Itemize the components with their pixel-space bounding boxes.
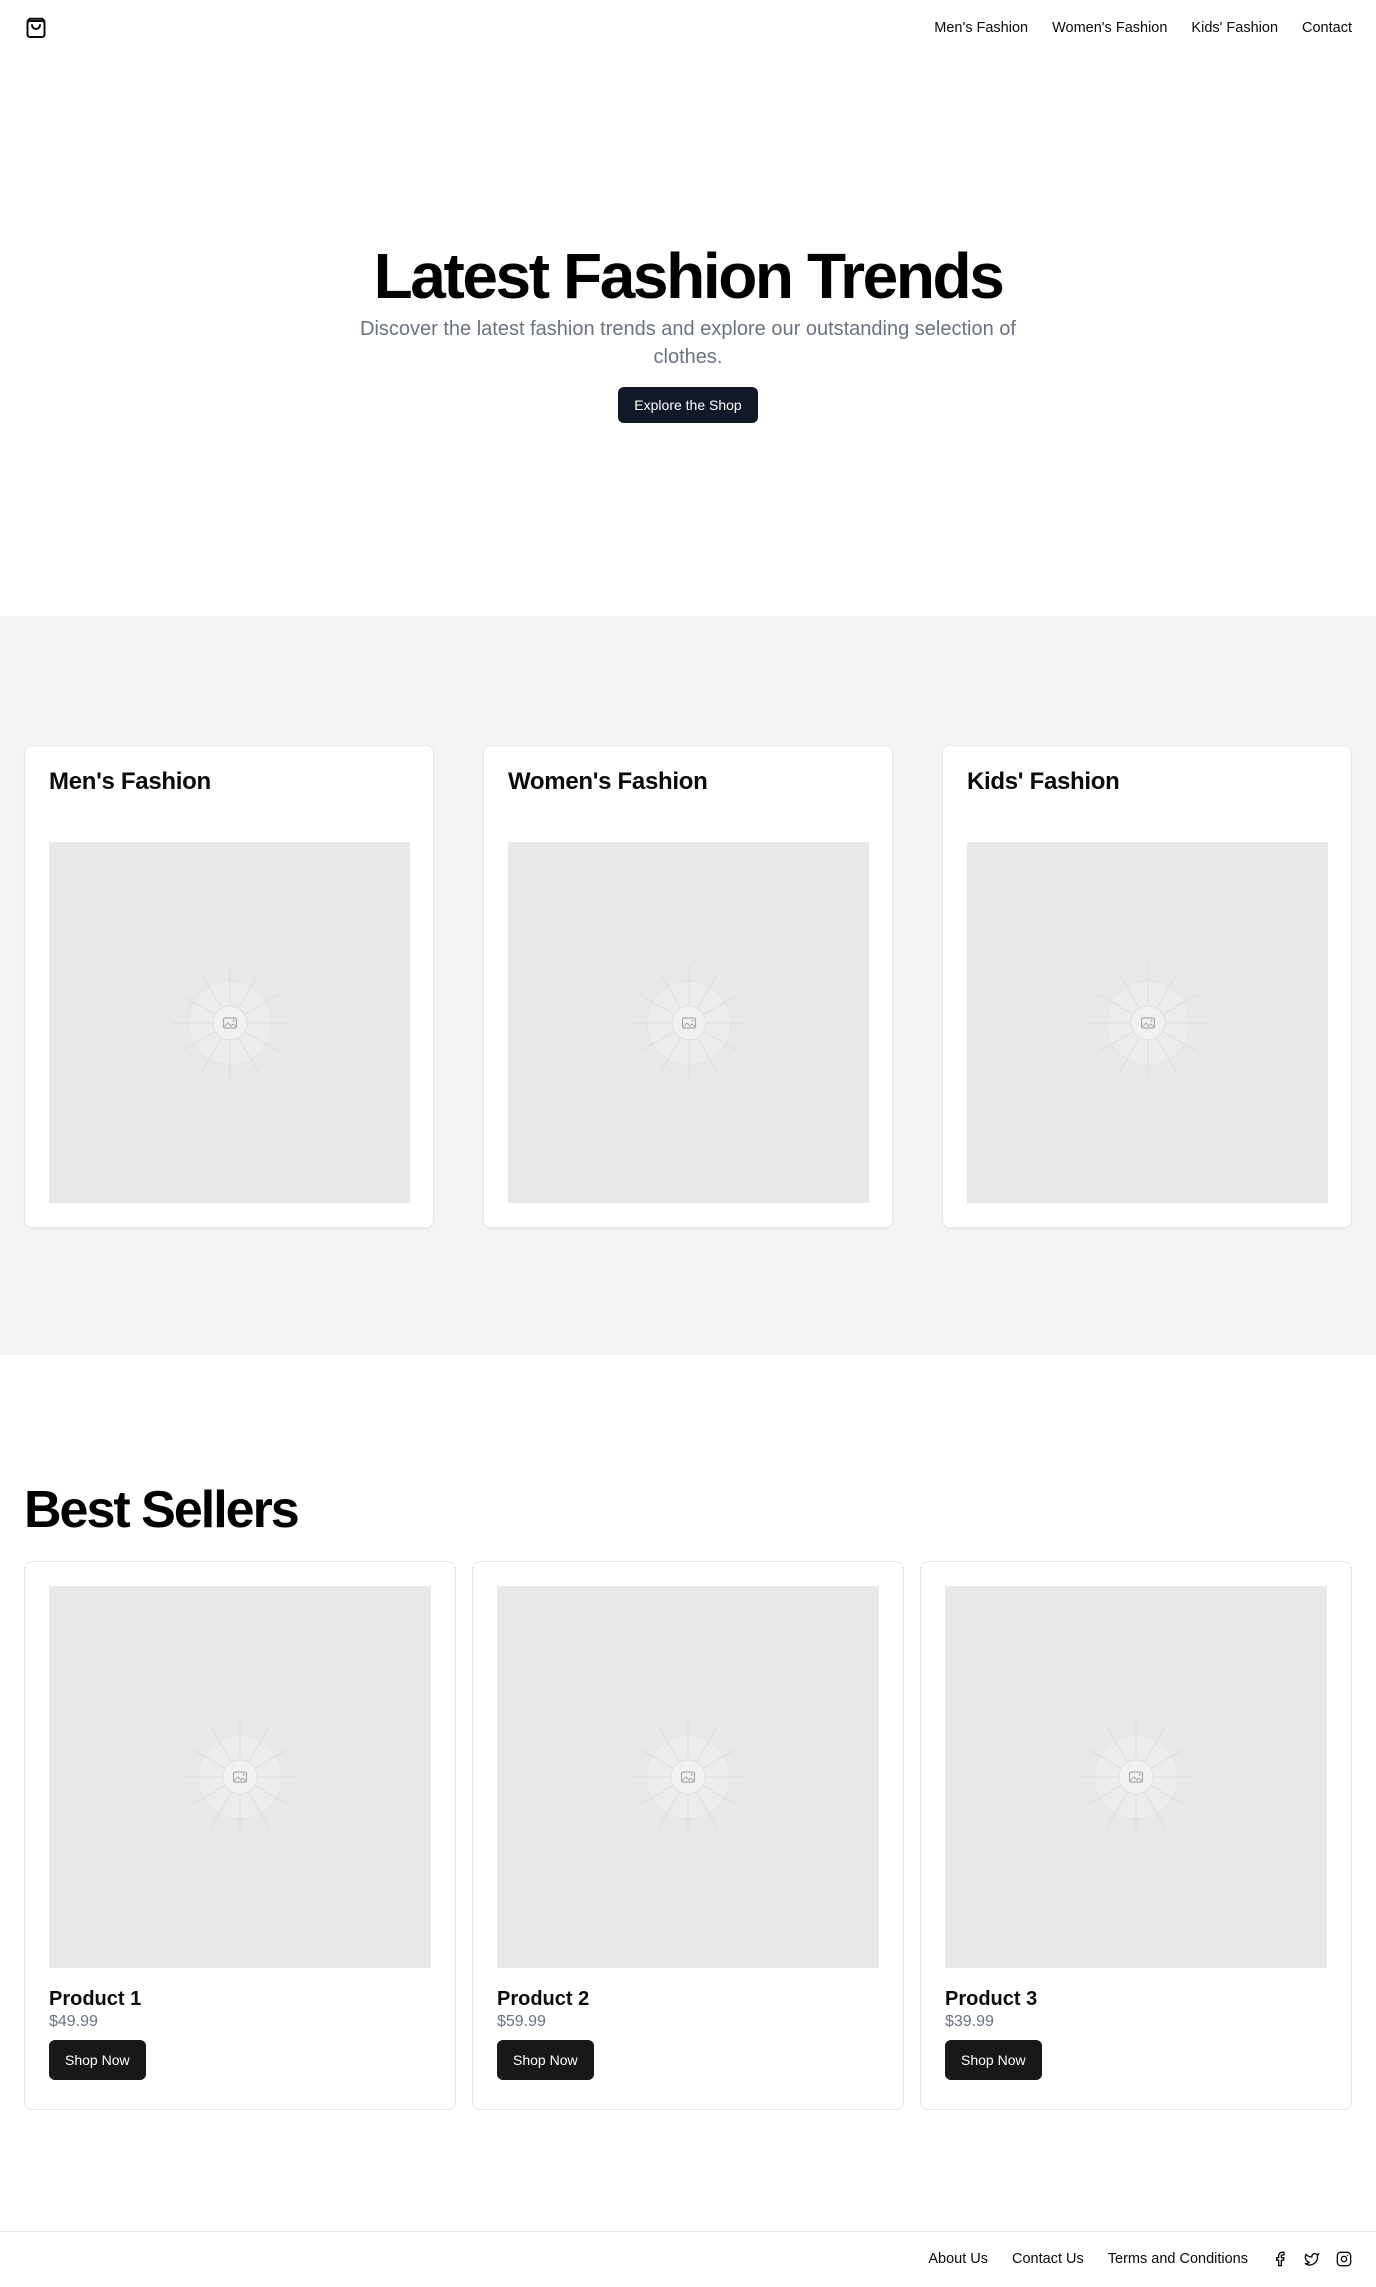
product-price: $59.99	[497, 2013, 546, 2030]
image-placeholder-icon	[945, 1586, 1327, 1968]
image-placeholder-icon	[49, 842, 410, 1203]
footer-link-contact-us[interactable]: Contact Us	[1012, 2251, 1084, 2267]
hero-subtitle: Discover the latest fashion trends and e…	[360, 318, 1016, 369]
category-title: Women's Fashion	[508, 768, 708, 795]
site-header: Men's Fashion Women's Fashion Kids' Fash…	[0, 0, 1376, 56]
product-card: Product 3 $39.99 Shop Now	[920, 1561, 1352, 2110]
nav-link-kids-fashion[interactable]: Kids' Fashion	[1191, 20, 1278, 36]
facebook-icon[interactable]	[1272, 2251, 1288, 2267]
category-card-womens[interactable]: Women's Fashion	[483, 745, 893, 1228]
product-price: $39.99	[945, 2013, 994, 2030]
shop-now-button[interactable]: Shop Now	[945, 2040, 1042, 2080]
product-card: Product 1 $49.99 Shop Now	[24, 1561, 456, 2110]
best-sellers-title: Best Sellers	[24, 1481, 300, 1539]
product-card: Product 2 $59.99 Shop Now	[472, 1561, 904, 2110]
image-placeholder-icon	[967, 842, 1328, 1203]
image-placeholder-icon	[508, 842, 869, 1203]
nav-link-womens-fashion[interactable]: Women's Fashion	[1052, 20, 1167, 36]
product-grid: Product 1 $49.99 Shop Now Product 2 $59.…	[24, 1561, 1352, 2110]
main-nav: Men's Fashion Women's Fashion Kids' Fash…	[934, 20, 1352, 36]
image-placeholder-icon	[497, 1586, 879, 1968]
shop-now-button[interactable]: Shop Now	[497, 2040, 594, 2080]
shopping-bag-icon[interactable]	[24, 16, 48, 40]
instagram-icon[interactable]	[1336, 2251, 1352, 2267]
shop-now-button[interactable]: Shop Now	[49, 2040, 146, 2080]
site-footer: About Us Contact Us Terms and Conditions	[0, 2231, 1376, 2286]
best-sellers-section: Best Sellers Product 1 $49.99 Shop Now P…	[0, 1355, 1376, 2231]
category-title: Kids' Fashion	[967, 768, 1120, 795]
nav-link-mens-fashion[interactable]: Men's Fashion	[934, 20, 1028, 36]
product-price: $49.99	[49, 2013, 98, 2030]
category-card-mens[interactable]: Men's Fashion	[24, 745, 434, 1228]
product-name: Product 2	[497, 1988, 590, 2010]
nav-link-contact[interactable]: Contact	[1302, 20, 1352, 36]
category-title: Men's Fashion	[49, 768, 211, 795]
product-name: Product 1	[49, 1988, 142, 2010]
image-placeholder-icon	[49, 1586, 431, 1968]
category-card-kids[interactable]: Kids' Fashion	[942, 745, 1352, 1228]
twitter-icon[interactable]	[1304, 2251, 1320, 2267]
product-name: Product 3	[945, 1988, 1038, 2010]
hero-section: Latest Fashion Trends Discover the lates…	[0, 56, 1376, 616]
explore-shop-button[interactable]: Explore the Shop	[618, 387, 758, 424]
footer-link-about-us[interactable]: About Us	[928, 2251, 988, 2267]
hero-title: Latest Fashion Trends	[373, 239, 1005, 312]
social-links	[1272, 2251, 1352, 2267]
footer-link-terms[interactable]: Terms and Conditions	[1108, 2251, 1248, 2267]
categories-section: Men's Fashion Women's Fashion Kids' Fash…	[0, 616, 1376, 1355]
category-grid: Men's Fashion Women's Fashion Kids' Fash…	[24, 745, 1352, 1228]
